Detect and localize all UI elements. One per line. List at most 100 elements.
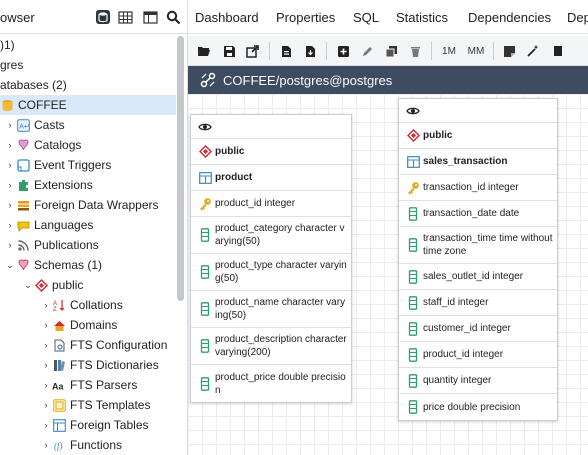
tree-item[interactable]: › Catalogs [0,135,176,155]
add-table-icon[interactable] [333,41,353,61]
tree-item[interactable]: gres [0,55,176,75]
column-row[interactable]: product_type character varying(50) [191,254,351,291]
table-name-row: sales_transaction [399,149,557,175]
tree-item[interactable]: › Domains [0,315,176,335]
add-note-icon[interactable] [499,41,519,61]
auto-align-icon[interactable] [523,41,543,61]
save-icon[interactable] [219,41,239,61]
column-row[interactable]: staff_id integer [399,290,557,316]
chevron-right-icon[interactable]: › [40,340,52,350]
column-row[interactable]: customer_id integer [399,316,557,342]
download-image-icon[interactable] [300,41,320,61]
chevron-right-icon[interactable]: › [40,360,52,370]
tree-item[interactable]: ⌄ public [0,275,176,295]
table-sales-transaction[interactable]: public sales_transaction transaction_id … [398,98,558,421]
tree-item-label: )1) [0,38,15,52]
column-row[interactable]: quantity integer [399,368,557,394]
tree-item[interactable]: › Event Triggers [0,155,176,175]
column-text: staff_id integer [423,297,489,308]
tree-item[interactable]: ⌄ Schemas (1) [0,255,176,275]
table-icon [198,171,212,185]
tree-item[interactable]: › FTS Templates [0,395,176,415]
tab-dashboard[interactable]: Dashboard [195,10,259,25]
chevron-down-icon[interactable]: ⌄ [4,260,16,271]
tree-item-label: COFFEE [18,98,67,112]
tab-dependencies[interactable]: Dependencies [468,10,551,25]
tree-item[interactable]: COFFEE [0,95,176,115]
tree-item[interactable]: › A Z Collations [0,295,176,315]
chevron-right-icon[interactable]: › [40,300,52,310]
tree-item[interactable]: › Foreign Tables [0,415,176,435]
column-row[interactable]: product_name character varying(50) [191,291,351,328]
chevron-right-icon[interactable]: › [4,200,16,210]
export-icon[interactable] [243,41,263,61]
column-row[interactable]: product_description character varying(20… [191,328,351,365]
tree-item[interactable]: › FTS Configuration [0,335,176,355]
tree-item[interactable]: › Extensions [0,175,176,195]
edit-table-icon[interactable] [357,41,377,61]
tree-item[interactable]: )1) [0,36,176,55]
table-view-icon[interactable] [140,7,160,27]
chevron-right-icon[interactable]: › [40,420,52,430]
chevron-right-icon[interactable]: › [4,240,16,250]
chevron-right-icon[interactable]: › [40,440,52,450]
erd-canvas[interactable]: public product product_id integer product… [188,94,588,455]
delete-icon[interactable] [405,41,425,61]
column-row[interactable]: sales_outlet_id integer [399,264,557,290]
tree-item[interactable]: › A↵ Casts [0,115,176,135]
grid-icon[interactable] [115,7,135,27]
language-icon [16,218,31,233]
browser-header: owser [0,0,187,34]
chevron-right-icon[interactable]: › [40,320,52,330]
open-file-icon[interactable] [194,41,214,61]
chevron-right-icon[interactable]: › [4,120,16,130]
svg-text:(f): (f) [54,441,63,451]
column-icon [198,302,212,316]
chevron-right-icon[interactable]: › [40,380,52,390]
eye-icon[interactable] [198,120,212,139]
tab-statistics[interactable]: Statistics [396,10,448,25]
tree-item[interactable]: › (f) Functions [0,435,176,455]
column-row[interactable]: product_id integer [399,342,557,368]
column-row[interactable]: product_category character varying(50) [191,217,351,254]
search-icon[interactable] [163,7,183,27]
browser-title: owser [0,10,35,25]
tree-item[interactable]: › Foreign Data Wrappers [0,195,176,215]
tree-item[interactable]: › Aa FTS Parsers [0,375,176,395]
chevron-right-icon[interactable]: › [4,140,16,150]
column-row[interactable]: product_price double precision [191,365,351,402]
tree-item[interactable]: › Publications [0,235,176,255]
clone-table-icon[interactable] [381,41,401,61]
generate-sql-icon[interactable] [276,41,296,61]
chevron-down-icon[interactable]: ⌄ [22,280,34,291]
erd-toolbar: 1M MM [188,36,588,66]
tree-scrollbar[interactable] [177,36,184,301]
collation-icon: AZ [52,298,67,313]
chevron-right-icon[interactable]: › [40,400,52,410]
tree-item[interactable]: atabases (2) [0,75,176,95]
catalog-icon [16,138,31,153]
column-row[interactable]: price double precision [399,394,557,420]
eye-icon[interactable] [406,104,420,123]
column-text: transaction_time time without time zone [423,233,553,257]
column-icon [406,269,420,284]
tree-item[interactable]: › Languages [0,215,176,235]
object-explorer-icon[interactable] [93,7,113,27]
tab-dependents[interactable]: Dep [567,10,588,25]
tree-item[interactable]: › FTS Dictionaries [0,355,176,375]
chevron-right-icon[interactable]: › [4,160,16,170]
foreign-table-icon [52,418,67,433]
one-to-many-button[interactable]: 1M [438,41,460,61]
table-product[interactable]: public product product_id integer product… [190,114,352,403]
tab-properties[interactable]: Properties [276,10,335,25]
many-to-many-button[interactable]: MM [464,41,488,61]
column-text: product_id integer [215,198,296,209]
chevron-right-icon[interactable]: › [4,180,16,190]
column-row[interactable]: transaction_id integer [399,175,557,201]
column-row[interactable]: transaction_time time without time zone [399,227,557,264]
toolbar-more-icon[interactable] [548,41,568,61]
column-row[interactable]: transaction_date date [399,201,557,227]
column-row[interactable]: product_id integer [191,191,351,217]
tab-sql[interactable]: SQL [353,10,379,25]
chevron-right-icon[interactable]: › [4,220,16,230]
